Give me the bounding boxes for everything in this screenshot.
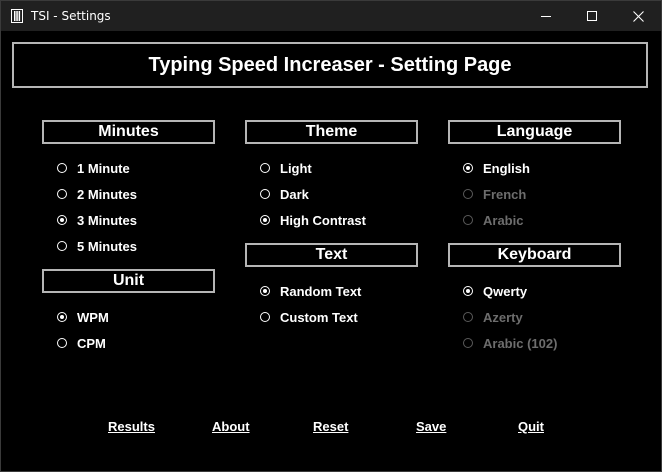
app-icon — [11, 9, 23, 23]
option-label: Random Text — [280, 283, 362, 299]
radio-icon — [463, 312, 473, 322]
radio-icon — [57, 241, 67, 251]
theme-option-light[interactable]: Light — [260, 159, 312, 177]
option-label: 1 Minute — [77, 160, 130, 176]
page-title: Typing Speed Increaser - Setting Page — [148, 53, 512, 76]
language-option-french: French — [463, 185, 526, 203]
radio-selected-icon — [260, 286, 270, 296]
radio-icon — [57, 163, 67, 173]
theme-option-high-contrast[interactable]: High Contrast — [260, 211, 366, 229]
option-label: CPM — [77, 335, 106, 351]
option-label: Arabic — [483, 212, 524, 228]
minutes-option-1[interactable]: 1 Minute — [57, 159, 130, 177]
maximize-button[interactable] — [569, 1, 615, 31]
minutes-option-5[interactable]: 5 Minutes — [57, 237, 137, 255]
option-label: Custom Text — [280, 309, 358, 325]
radio-icon — [57, 189, 67, 199]
keyboard-option-arabic-102: Arabic (102) — [463, 334, 557, 352]
option-label: French — [483, 186, 527, 202]
radio-selected-icon — [57, 215, 67, 225]
radio-icon — [260, 163, 270, 173]
close-icon — [632, 10, 644, 22]
option-label: Arabic (102) — [483, 335, 558, 351]
option-label: Light — [280, 160, 312, 176]
unit-option-cpm[interactable]: CPM — [57, 334, 106, 352]
option-label: Dark — [280, 186, 309, 202]
radio-selected-icon — [57, 312, 67, 322]
minutes-group-title: Minutes — [42, 120, 215, 144]
radio-icon — [57, 338, 67, 348]
radio-icon — [260, 189, 270, 199]
settings-window: TSI - Settings Typing Speed Increaser - … — [0, 0, 662, 472]
title-bar[interactable]: TSI - Settings — [1, 1, 661, 31]
option-label: 5 Minutes — [77, 238, 137, 254]
results-link[interactable]: Results — [108, 419, 155, 434]
text-option-custom[interactable]: Custom Text — [260, 308, 358, 326]
language-group-title: Language — [448, 120, 621, 144]
minutes-option-2[interactable]: 2 Minutes — [57, 185, 137, 203]
language-option-english[interactable]: English — [463, 159, 530, 177]
theme-option-dark[interactable]: Dark — [260, 185, 309, 203]
option-label: Azerty — [483, 309, 523, 325]
unit-group-title: Unit — [42, 269, 215, 293]
option-label: Qwerty — [483, 283, 528, 299]
keyboard-option-qwerty[interactable]: Qwerty — [463, 282, 527, 300]
reset-link[interactable]: Reset — [313, 419, 348, 434]
unit-option-wpm[interactable]: WPM — [57, 308, 109, 326]
option-label: WPM — [77, 309, 109, 325]
text-group-title: Text — [245, 243, 418, 267]
minimize-button[interactable] — [523, 1, 569, 31]
close-button[interactable] — [615, 1, 661, 31]
radio-selected-icon — [260, 215, 270, 225]
minutes-option-3[interactable]: 3 Minutes — [57, 211, 137, 229]
option-label: 2 Minutes — [77, 186, 137, 202]
minimize-icon — [541, 16, 551, 17]
window-title: TSI - Settings — [31, 9, 111, 23]
maximize-icon — [587, 11, 597, 21]
keyboard-option-azerty: Azerty — [463, 308, 523, 326]
radio-icon — [463, 215, 473, 225]
language-option-arabic: Arabic — [463, 211, 523, 229]
radio-selected-icon — [463, 163, 473, 173]
option-label: English — [483, 160, 530, 176]
option-label: 3 Minutes — [77, 212, 137, 228]
theme-group-title: Theme — [245, 120, 418, 144]
option-label: High Contrast — [280, 212, 366, 228]
radio-selected-icon — [463, 286, 473, 296]
about-link[interactable]: About — [212, 419, 250, 434]
save-link[interactable]: Save — [416, 419, 446, 434]
quit-link[interactable]: Quit — [518, 419, 544, 434]
keyboard-group-title: Keyboard — [448, 243, 621, 267]
radio-icon — [463, 189, 473, 199]
page-header: Typing Speed Increaser - Setting Page — [12, 42, 648, 88]
radio-icon — [463, 338, 473, 348]
radio-icon — [260, 312, 270, 322]
text-option-random[interactable]: Random Text — [260, 282, 361, 300]
